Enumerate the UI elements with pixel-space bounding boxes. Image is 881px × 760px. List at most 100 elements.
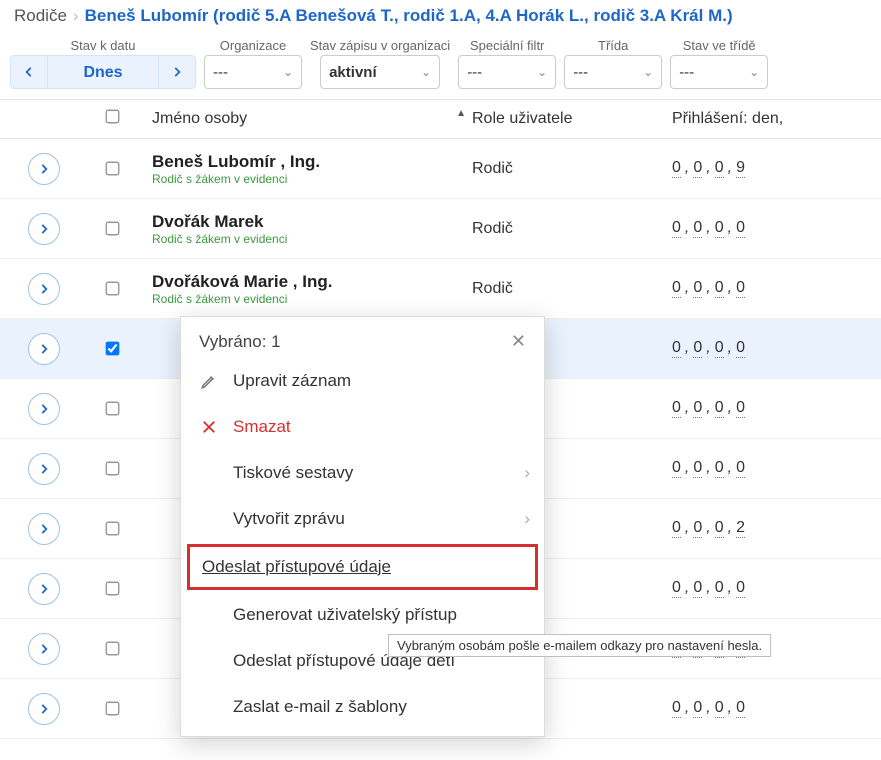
stat-value[interactable]: 0 bbox=[715, 459, 724, 478]
menu-delete[interactable]: Smazat bbox=[181, 404, 544, 450]
stat-value[interactable]: 0 bbox=[693, 699, 702, 718]
select-all-checkbox[interactable] bbox=[105, 110, 119, 124]
stat-value[interactable]: 0 bbox=[693, 339, 702, 358]
row-checkbox[interactable] bbox=[105, 342, 119, 356]
table-row[interactable]: Dvořák Marek Rodič s žákem v evidenci Ro… bbox=[0, 199, 881, 259]
expand-button[interactable] bbox=[28, 453, 60, 485]
menu-print[interactable]: Tiskové sestavy › bbox=[181, 450, 544, 496]
stat-value[interactable]: 0 bbox=[672, 279, 681, 298]
row-checkbox[interactable] bbox=[105, 702, 119, 716]
filter-date: Stav k datu Dnes bbox=[10, 38, 196, 89]
close-button[interactable]: ✕ bbox=[511, 331, 526, 352]
row-checkbox[interactable] bbox=[105, 462, 119, 476]
stat-value[interactable]: 0 bbox=[715, 519, 724, 538]
person-status: Rodič s žákem v evidenci bbox=[152, 172, 472, 186]
stat-value[interactable]: 0 bbox=[693, 279, 702, 298]
table-row[interactable]: Beneš Lubomír , Ing. Rodič s žákem v evi… bbox=[0, 139, 881, 199]
chevron-right-icon bbox=[37, 342, 51, 356]
stat-value[interactable]: 0 bbox=[693, 219, 702, 238]
row-checkbox[interactable] bbox=[105, 642, 119, 656]
menu-mail-template[interactable]: Zaslat e-mail z šablony bbox=[181, 684, 544, 730]
expand-button[interactable] bbox=[28, 573, 60, 605]
row-checkbox[interactable] bbox=[105, 162, 119, 176]
menu-edit[interactable]: Upravit záznam bbox=[181, 358, 544, 404]
filter-special-select[interactable]: ---⌄ bbox=[458, 55, 556, 89]
expand-button[interactable] bbox=[28, 513, 60, 545]
menu-generate-access[interactable]: Generovat uživatelský přístup bbox=[181, 592, 544, 638]
stat-value[interactable]: 0 bbox=[736, 339, 745, 358]
stat-value[interactable]: 0 bbox=[672, 219, 681, 238]
chevron-down-icon: ⌄ bbox=[283, 65, 293, 79]
stat-value[interactable]: 0 bbox=[672, 159, 681, 178]
login-stats: 0, 0, 0, 0 bbox=[672, 399, 871, 418]
row-checkbox[interactable] bbox=[105, 282, 119, 296]
stat-value[interactable]: 0 bbox=[715, 219, 724, 238]
chevron-right-icon bbox=[37, 402, 51, 416]
expand-button[interactable] bbox=[28, 153, 60, 185]
stat-value[interactable]: 0 bbox=[672, 699, 681, 718]
stat-value[interactable]: 0 bbox=[715, 699, 724, 718]
stat-value[interactable]: 0 bbox=[693, 159, 702, 178]
expand-button[interactable] bbox=[28, 633, 60, 665]
stat-value[interactable]: 0 bbox=[672, 519, 681, 538]
column-login[interactable]: Přihlášení: den, bbox=[672, 110, 881, 128]
breadcrumb: Rodiče › Beneš Lubomír (rodič 5.A Benešo… bbox=[0, 0, 881, 34]
menu-report[interactable]: Vytvořit zprávu › bbox=[181, 496, 544, 542]
role: Rodič bbox=[472, 220, 513, 237]
stat-value[interactable]: 0 bbox=[693, 399, 702, 418]
row-checkbox[interactable] bbox=[105, 582, 119, 596]
filter-status-label: Stav zápisu v organizaci bbox=[310, 38, 450, 53]
expand-button[interactable] bbox=[28, 393, 60, 425]
filter-class-select[interactable]: ---⌄ bbox=[564, 55, 662, 89]
breadcrumb-detail[interactable]: Beneš Lubomír (rodič 5.A Benešová T., ro… bbox=[85, 6, 733, 26]
date-current-button[interactable]: Dnes bbox=[48, 55, 158, 89]
chevron-down-icon: ⌄ bbox=[749, 65, 759, 79]
stat-value[interactable]: 0 bbox=[715, 159, 724, 178]
stat-value[interactable]: 0 bbox=[672, 339, 681, 358]
menu-send-credentials[interactable]: Odeslat přístupové údaje bbox=[187, 544, 538, 590]
table-row[interactable]: Dvořáková Marie , Ing. Rodič s žákem v e… bbox=[0, 259, 881, 319]
stat-value[interactable]: 0 bbox=[672, 459, 681, 478]
breadcrumb-root[interactable]: Rodiče bbox=[14, 6, 67, 26]
stat-value[interactable]: 0 bbox=[693, 579, 702, 598]
chevron-right-icon: › bbox=[524, 463, 530, 483]
stat-value[interactable]: 0 bbox=[672, 579, 681, 598]
stat-value[interactable]: 0 bbox=[715, 279, 724, 298]
context-menu: Vybráno: 1 ✕ Upravit záznam Smazat Tisko… bbox=[180, 316, 545, 737]
stat-value[interactable]: 0 bbox=[693, 519, 702, 538]
filter-org-label: Organizace bbox=[220, 38, 286, 53]
stat-value[interactable]: 0 bbox=[736, 219, 745, 238]
person-status: Rodič s žákem v evidenci bbox=[152, 232, 472, 246]
filter-status-select[interactable]: aktivní⌄ bbox=[320, 55, 440, 89]
date-prev-button[interactable] bbox=[10, 55, 48, 89]
chevron-right-icon bbox=[37, 582, 51, 596]
row-checkbox[interactable] bbox=[105, 522, 119, 536]
chevron-right-icon bbox=[37, 642, 51, 656]
stat-value[interactable]: 0 bbox=[736, 399, 745, 418]
stat-value[interactable]: 0 bbox=[715, 579, 724, 598]
person-name: Dvořáková Marie , Ing. bbox=[152, 272, 472, 292]
expand-button[interactable] bbox=[28, 213, 60, 245]
chevron-down-icon: ⌄ bbox=[537, 65, 547, 79]
stat-value[interactable]: 0 bbox=[715, 399, 724, 418]
stat-value[interactable]: 9 bbox=[736, 159, 745, 178]
expand-button[interactable] bbox=[28, 693, 60, 725]
column-role[interactable]: Role uživatele bbox=[472, 110, 672, 128]
filter-org-select[interactable]: ---⌄ bbox=[204, 55, 302, 89]
stat-value[interactable]: 0 bbox=[672, 399, 681, 418]
stat-value[interactable]: 0 bbox=[736, 579, 745, 598]
expand-button[interactable] bbox=[28, 273, 60, 305]
stat-value[interactable]: 0 bbox=[715, 339, 724, 358]
stat-value[interactable]: 0 bbox=[693, 459, 702, 478]
row-checkbox[interactable] bbox=[105, 222, 119, 236]
stat-value[interactable]: 2 bbox=[736, 519, 745, 538]
row-checkbox[interactable] bbox=[105, 402, 119, 416]
filter-cstate-select[interactable]: ---⌄ bbox=[670, 55, 768, 89]
stat-value[interactable]: 0 bbox=[736, 459, 745, 478]
stat-value[interactable]: 0 bbox=[736, 279, 745, 298]
date-next-button[interactable] bbox=[158, 55, 196, 89]
expand-button[interactable] bbox=[28, 333, 60, 365]
column-name[interactable]: Jméno osoby ▲ bbox=[152, 110, 472, 128]
stat-value[interactable]: 0 bbox=[736, 699, 745, 718]
chevron-right-icon bbox=[37, 162, 51, 176]
